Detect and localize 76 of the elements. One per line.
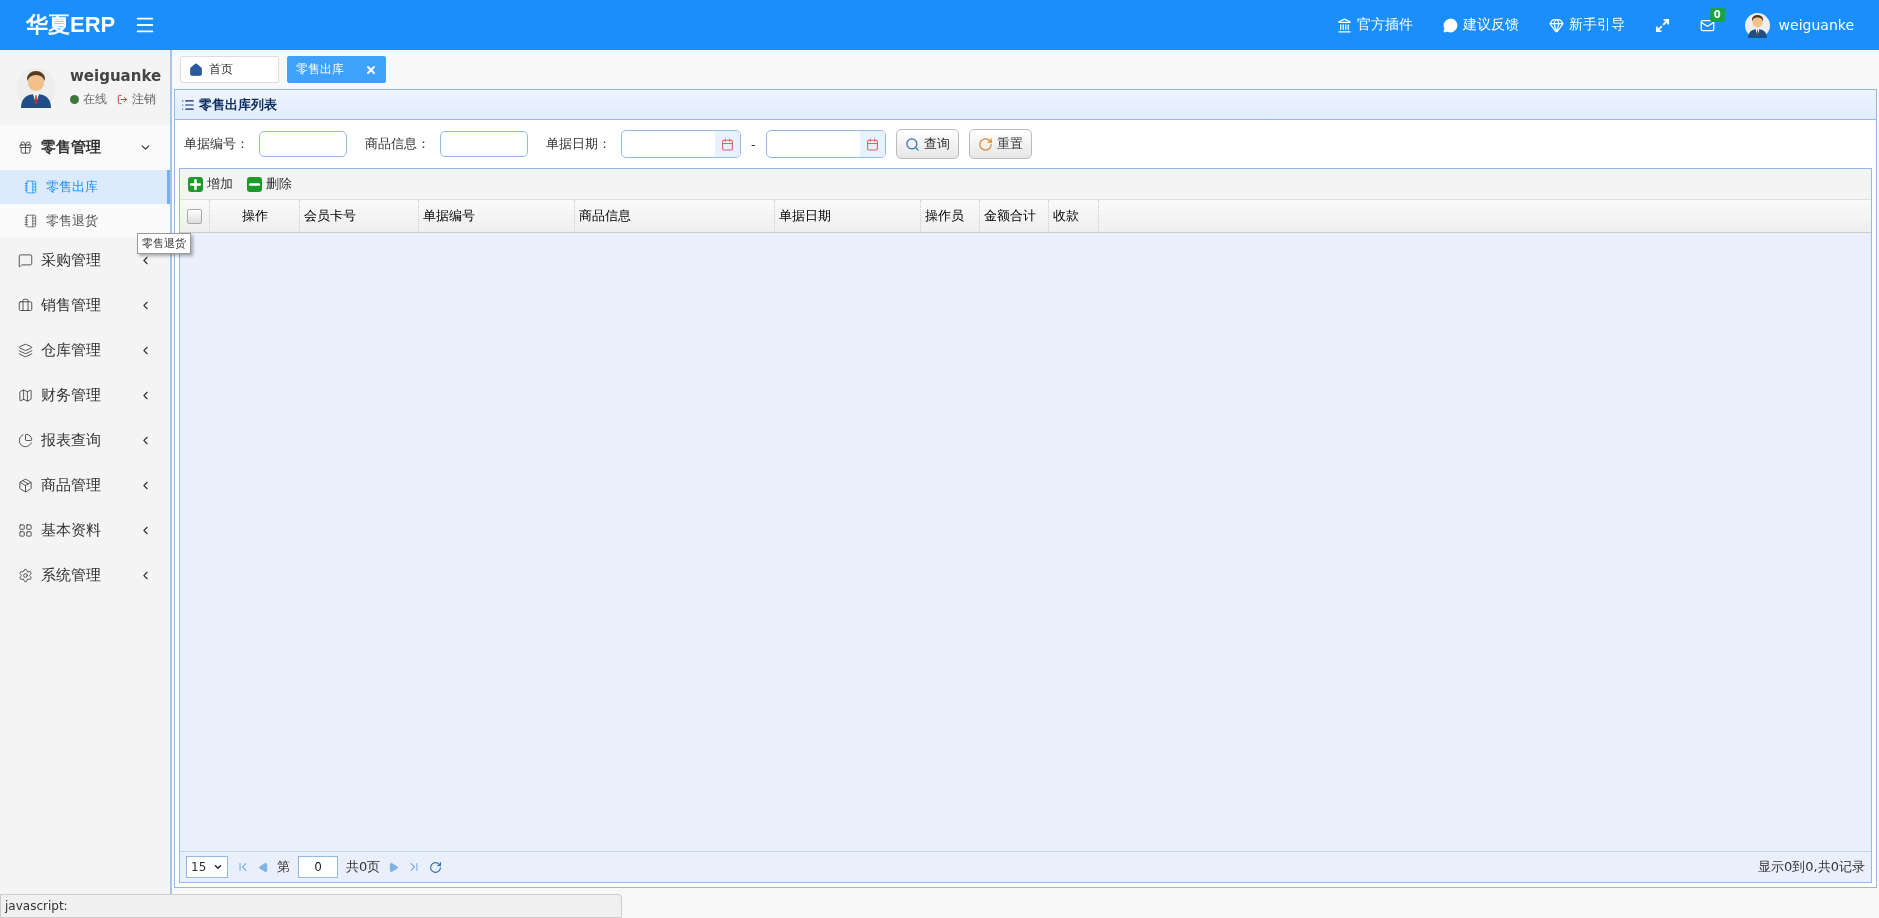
menu-item[interactable]: 基本资料 (41, 521, 131, 540)
package-icon (18, 478, 33, 493)
refresh-icon (429, 860, 443, 874)
menu-item[interactable]: 仓库管理 (41, 341, 131, 360)
bank-icon (1336, 17, 1352, 33)
calendar-icon (721, 137, 734, 151)
delete-button[interactable]: 删除 (247, 175, 292, 193)
reset-arrow-icon (977, 136, 993, 152)
list-icon (181, 97, 195, 112)
panel-title: 零售出库列表 (199, 95, 277, 114)
logout-link[interactable]: 注销 (117, 91, 156, 108)
mail-count-badge: 0 (1709, 7, 1725, 22)
avatar (1744, 12, 1770, 38)
first-page-icon (236, 860, 250, 874)
add-button[interactable]: 增加 (188, 175, 233, 193)
input-field[interactable] (440, 131, 528, 157)
next-page-icon (388, 861, 400, 873)
page-label: 第 (277, 858, 290, 876)
select-all-checkbox[interactable] (187, 208, 202, 224)
user-avatar (16, 67, 56, 108)
layers-icon (18, 343, 33, 358)
filter-label: 单据日期： (546, 135, 611, 153)
tab[interactable]: 首页 (180, 56, 279, 83)
briefcase-icon (18, 298, 33, 313)
column-header: 操作 (210, 200, 300, 232)
page-input[interactable]: 0 (298, 856, 338, 878)
calendar-icon (865, 137, 879, 151)
menu-item[interactable]: 采购管理 (41, 251, 131, 270)
notebook-icon (24, 180, 38, 194)
caret-icon (213, 862, 223, 872)
logo: 华夏ERP (25, 11, 117, 39)
logout-icon (117, 94, 128, 105)
minus-icon (247, 176, 262, 192)
record-summary: 显示0到0,共0记录 (1758, 858, 1865, 876)
tooltip: 零售退货 (137, 233, 191, 254)
home-icon (189, 62, 203, 77)
chat-bubble-icon (1442, 17, 1458, 33)
gift-icon (18, 140, 33, 155)
column-header: 单据编号 (419, 200, 575, 232)
range-separator: - (751, 136, 756, 152)
search-icon (904, 136, 920, 152)
reset-button[interactable]: 重置 (968, 129, 1032, 159)
page-size-select[interactable]: 15 (186, 856, 228, 878)
status-bar: javascript: (0, 894, 622, 918)
user-name: weiguanke (70, 67, 162, 85)
input-field[interactable] (259, 131, 347, 157)
column-header: 收款 (1049, 200, 1099, 232)
mail-icon[interactable] (1699, 17, 1715, 33)
search-button[interactable]: 查询 (895, 129, 959, 159)
settings-icon (18, 568, 33, 583)
map-icon (18, 388, 33, 403)
notebook-icon (24, 214, 38, 228)
diamond-icon (1548, 17, 1564, 33)
column-header: 操作员 (921, 200, 980, 232)
fullscreen-icon[interactable] (1654, 17, 1670, 33)
menu-item[interactable]: 财务管理 (41, 386, 131, 405)
date-field[interactable] (765, 130, 886, 158)
close-icon[interactable] (365, 63, 377, 76)
date-field[interactable] (621, 130, 741, 158)
online-status: 在线 (70, 91, 107, 108)
filter-label: 商品信息： (365, 135, 430, 153)
menu-item[interactable]: 销售管理 (41, 296, 131, 315)
grid-icon (18, 523, 33, 538)
filter-label: 单据编号： (184, 135, 249, 153)
menu-item[interactable]: 报表查询 (41, 431, 131, 450)
column-header: 商品信息 (575, 200, 775, 232)
column-header: 单据日期 (775, 200, 921, 232)
column-header: 会员卡号 (300, 200, 419, 232)
page-total: 共0页 (346, 858, 381, 876)
menu-item[interactable]: 系统管理 (41, 566, 131, 585)
previous-page-icon (258, 861, 269, 873)
menu-item[interactable]: 商品管理 (41, 476, 131, 495)
plus-icon (188, 176, 203, 192)
pie-chart-icon (18, 433, 33, 448)
column-header: 金额合计 (980, 200, 1049, 232)
submenu-item[interactable]: 零售退货 (0, 204, 170, 238)
